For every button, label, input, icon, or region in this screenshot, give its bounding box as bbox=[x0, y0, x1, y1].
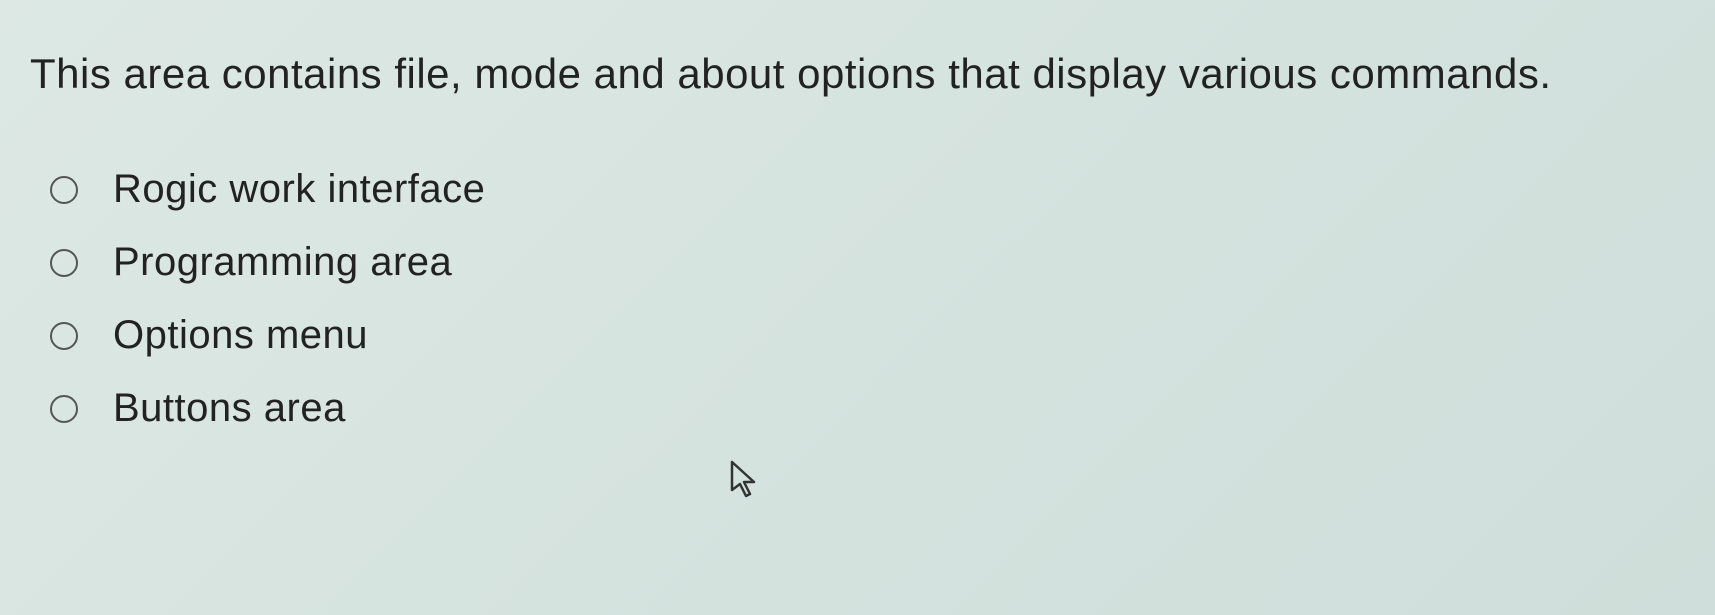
option-label: Options menu bbox=[113, 313, 368, 358]
radio-icon[interactable] bbox=[50, 322, 78, 350]
radio-icon[interactable] bbox=[50, 176, 78, 204]
option-row[interactable]: Options menu bbox=[50, 313, 1685, 358]
option-row[interactable]: Programming area bbox=[50, 240, 1685, 285]
option-label: Rogic work interface bbox=[113, 167, 485, 212]
option-label: Buttons area bbox=[113, 386, 346, 431]
radio-icon[interactable] bbox=[50, 249, 78, 277]
option-label: Programming area bbox=[113, 240, 452, 285]
option-row[interactable]: Buttons area bbox=[50, 386, 1685, 431]
question-text: This area contains file, mode and about … bbox=[30, 40, 1685, 107]
radio-icon[interactable] bbox=[50, 395, 78, 423]
option-row[interactable]: Rogic work interface bbox=[50, 167, 1685, 212]
cursor-icon bbox=[730, 460, 762, 505]
options-list: Rogic work interface Programming area Op… bbox=[30, 167, 1685, 431]
